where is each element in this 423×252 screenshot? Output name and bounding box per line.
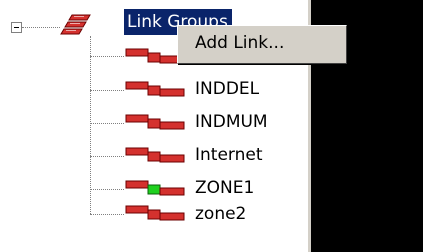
link-icon xyxy=(125,114,185,130)
link-icon xyxy=(125,81,185,97)
tree-item-label[interactable]: Internet xyxy=(195,144,263,166)
tree-item-label[interactable]: ZONE1 xyxy=(195,177,254,199)
tree-item-label[interactable]: zone2 xyxy=(195,203,246,225)
link-icon xyxy=(125,180,185,196)
tree-connector xyxy=(90,189,124,190)
menu-item-add-link[interactable]: Add Link... xyxy=(195,31,284,55)
tree-connector xyxy=(90,214,124,215)
context-menu: Add Link... xyxy=(177,25,347,64)
tree-item-label[interactable]: INDMUM xyxy=(195,111,268,133)
tree-connector xyxy=(90,90,124,91)
link-icon xyxy=(125,147,185,163)
tree-connector xyxy=(90,56,124,57)
tree-item-label[interactable]: INDDEL xyxy=(195,78,259,100)
tree-connector xyxy=(90,156,124,157)
link-icon xyxy=(125,205,185,221)
tree-connector xyxy=(90,123,124,124)
tree-connector xyxy=(22,27,60,28)
collapse-toggle[interactable] xyxy=(11,22,22,33)
tree-connector-vertical xyxy=(90,36,91,214)
link-group-icon xyxy=(60,14,91,35)
